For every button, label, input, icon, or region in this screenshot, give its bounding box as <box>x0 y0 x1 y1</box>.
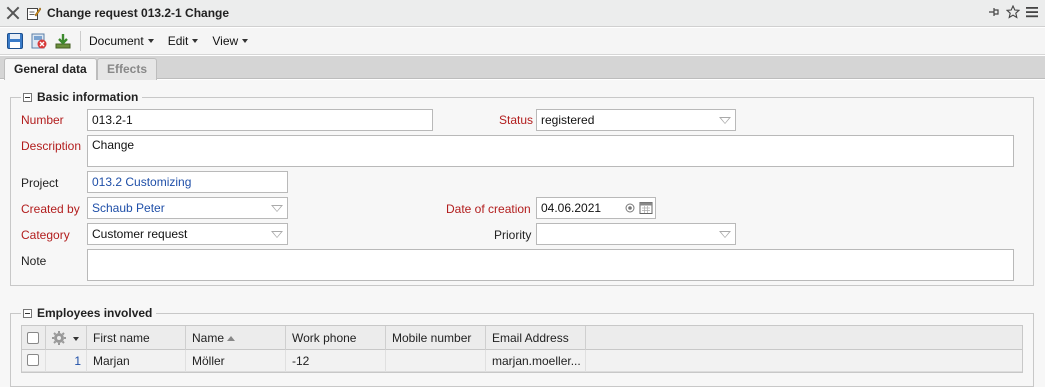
status-label: Status <box>499 113 534 127</box>
category-label: Category <box>21 228 70 242</box>
priority-label: Priority <box>494 228 532 242</box>
column-email-address[interactable]: Email Address <box>486 326 586 350</box>
collapse-icon[interactable] <box>23 308 32 318</box>
created-by-label: Created by <box>21 202 80 216</box>
category-select[interactable]: Customer request <box>87 223 288 245</box>
status-select[interactable]: registered <box>536 109 736 131</box>
tab-general-data[interactable]: General data <box>4 58 97 80</box>
dropdown-arrow-icon <box>719 117 731 124</box>
chevron-down-icon <box>73 337 79 341</box>
tab-effects[interactable]: Effects <box>97 58 158 80</box>
basic-information-legend: Basic information <box>21 90 143 104</box>
column-name[interactable]: Name <box>186 326 286 350</box>
discard-icon[interactable] <box>30 32 48 50</box>
chevron-down-icon <box>242 39 249 43</box>
row-checkbox[interactable] <box>27 354 39 366</box>
cell-email-address: marjan.moeller... <box>486 350 586 372</box>
column-mobile-number[interactable]: Mobile number <box>386 326 486 350</box>
window-title: Change request 013.2-1 Change <box>47 6 230 20</box>
row-select-cell <box>22 350 46 372</box>
priority-select[interactable] <box>536 223 736 245</box>
download-icon[interactable] <box>54 32 72 50</box>
save-icon[interactable] <box>6 32 24 50</box>
dropdown-arrow-icon <box>271 205 283 212</box>
description-field[interactable]: Change <box>87 135 1014 167</box>
chevron-down-icon <box>147 39 154 43</box>
toolbar-separator <box>80 31 81 51</box>
date-of-creation-field[interactable]: 04.06.2021 <box>536 197 656 219</box>
cell-name: Möller <box>186 350 286 372</box>
table-header: First name Name Work phone Mobile number… <box>22 326 1022 350</box>
chevron-down-icon <box>192 39 199 43</box>
dropdown-arrow-icon <box>271 231 283 238</box>
star-icon[interactable] <box>1006 5 1020 19</box>
date-of-creation-label: Date of creation <box>446 202 531 216</box>
document-menu[interactable]: Document <box>89 34 154 48</box>
cell-first-name: Marjan <box>87 350 186 372</box>
note-label: Note <box>21 254 47 268</box>
created-by-value: Schaub Peter <box>92 201 165 215</box>
clear-date-icon[interactable] <box>625 203 635 213</box>
collapse-icon[interactable] <box>23 92 32 102</box>
edit-document-icon <box>27 7 41 20</box>
column-work-phone[interactable]: Work phone <box>286 326 386 350</box>
employees-involved-legend: Employees involved <box>21 306 157 320</box>
category-value: Customer request <box>92 227 188 241</box>
gear-icon[interactable] <box>51 330 67 346</box>
created-by-select[interactable]: Schaub Peter <box>87 197 288 219</box>
employees-table: First name Name Work phone Mobile number… <box>21 325 1023 373</box>
select-all-cell <box>22 326 46 350</box>
form-content: Basic information Number 013.2-1 Status … <box>0 80 1045 387</box>
toolbar: Document Edit View <box>0 28 1045 55</box>
cell-work-phone: -12 <box>286 350 386 372</box>
sort-ascending-icon <box>227 336 236 342</box>
date-of-creation-value: 04.06.2021 <box>541 201 602 215</box>
tab-bar: General data Effects <box>0 56 1045 80</box>
description-label: Description <box>21 139 82 153</box>
column-first-name[interactable]: First name <box>87 326 186 350</box>
hamburger-menu-icon[interactable] <box>1025 5 1039 19</box>
row-index: 1 <box>46 350 87 372</box>
calendar-icon[interactable] <box>639 201 653 215</box>
number-field[interactable]: 013.2-1 <box>87 109 433 131</box>
dropdown-arrow-icon <box>719 231 731 238</box>
project-field[interactable]: 013.2 Customizing <box>87 171 288 193</box>
column-settings-cell[interactable] <box>46 326 87 350</box>
project-label: Project <box>21 176 59 190</box>
close-icon[interactable] <box>6 6 20 20</box>
title-bar: Change request 013.2-1 Change <box>0 0 1045 27</box>
select-all-checkbox[interactable] <box>27 332 39 344</box>
note-field[interactable] <box>87 249 1014 281</box>
pin-icon[interactable] <box>987 5 1001 19</box>
table-row[interactable]: 1 Marjan Möller -12 marjan.moeller... <box>22 350 1022 372</box>
number-label: Number <box>21 113 64 127</box>
edit-menu[interactable]: Edit <box>168 34 199 48</box>
cell-mobile-number <box>386 350 486 372</box>
status-value: registered <box>541 113 595 127</box>
view-menu[interactable]: View <box>212 34 249 48</box>
